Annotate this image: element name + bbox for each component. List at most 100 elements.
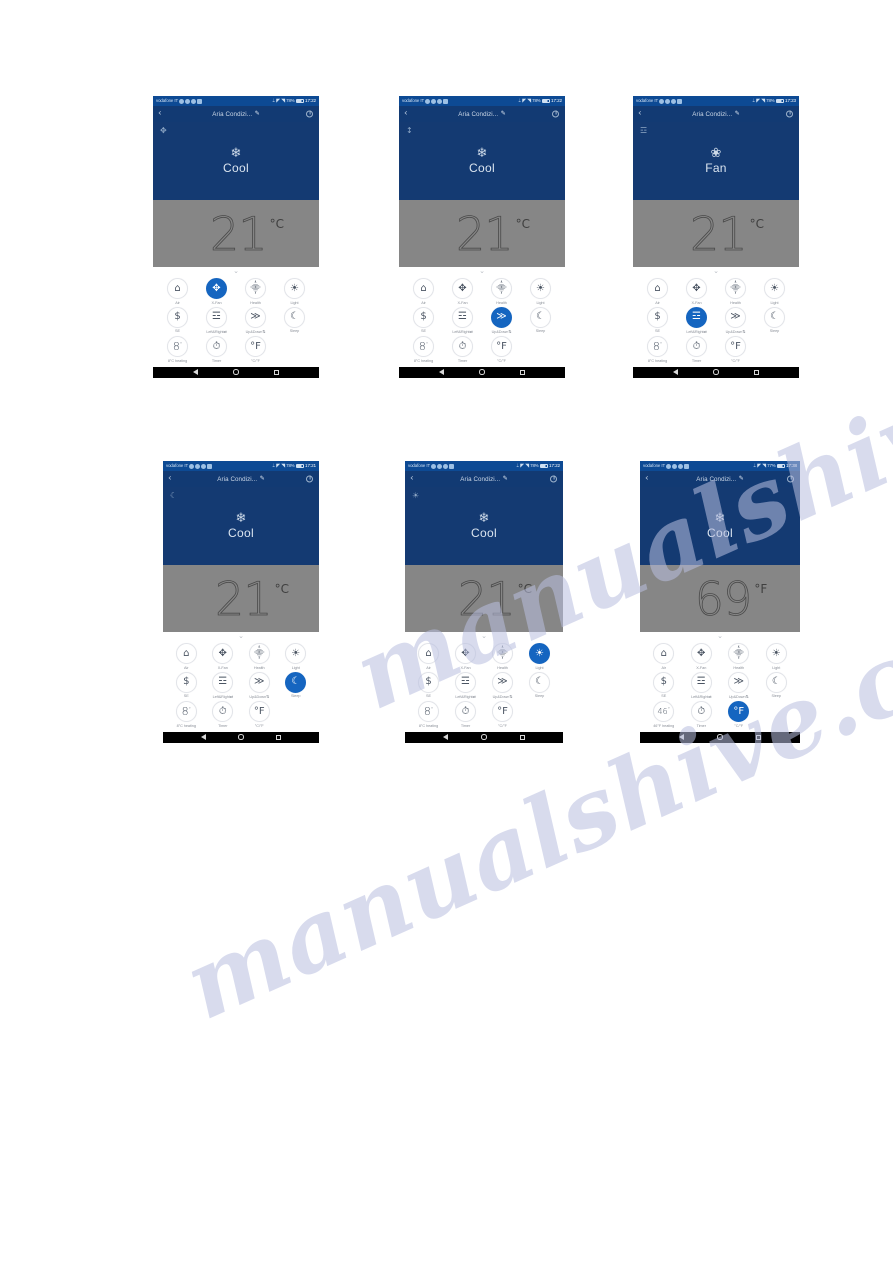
function-cell-xfan[interactable]: ✥ X-Fan xyxy=(443,278,482,305)
function-cell-se[interactable]: $ SE xyxy=(638,306,677,335)
eight-degree-heating-icon[interactable]: 8° xyxy=(413,336,434,357)
function-cell-xfan[interactable]: ✥ X-Fan xyxy=(683,643,721,670)
function-cell-timer[interactable]: ⏱ Timer xyxy=(197,336,236,363)
up-down-swing-icon[interactable]: ≫ xyxy=(245,306,266,328)
function-cell-xfan[interactable]: ✥ X-Fan xyxy=(205,643,242,670)
function-cell-timer[interactable]: ⏱ Timer xyxy=(205,701,242,728)
function-cell-sleep[interactable]: ☾ Sleep xyxy=(758,671,796,700)
health-tree-icon[interactable]: ⸎ xyxy=(491,278,512,299)
pencil-icon[interactable]: ✎ xyxy=(739,476,744,482)
light-bulb-icon[interactable]: ☀ xyxy=(764,278,785,299)
function-cell-light[interactable]: ☀ Light xyxy=(278,643,315,670)
function-cell-updown[interactable]: ≫ Up&Down⇅ xyxy=(720,671,758,699)
function-cell-health[interactable]: ⸎ Health xyxy=(241,643,278,670)
pencil-icon[interactable]: ✎ xyxy=(735,111,740,117)
sleep-moon-icon[interactable]: ☾ xyxy=(530,306,551,328)
function-cell-se[interactable]: $ SE xyxy=(168,671,205,700)
health-tree-icon[interactable]: ⸎ xyxy=(728,643,750,664)
function-cell-timer[interactable]: ⏱ Timer xyxy=(677,336,716,363)
function-cell-unit[interactable]: °F °C/°F xyxy=(484,701,521,728)
temperature-unit-icon[interactable]: °F xyxy=(491,336,512,357)
timer-clock-icon[interactable]: ⏱ xyxy=(206,336,227,357)
function-cell-heating[interactable]: 8° 8°C heating xyxy=(410,701,447,728)
chevron-down-icon[interactable]: ⌄ xyxy=(163,632,319,640)
eight-degree-heating-icon[interactable]: 46° xyxy=(653,701,675,722)
sleep-moon-icon[interactable]: ☾ xyxy=(529,671,550,693)
health-tree-icon[interactable]: ⸎ xyxy=(725,278,746,299)
temperature-panel[interactable]: 21 °C xyxy=(153,200,319,267)
back-triangle-icon[interactable] xyxy=(672,369,678,375)
power-icon[interactable] xyxy=(306,110,313,118)
function-cell-unit[interactable]: °F °C/°F xyxy=(236,336,275,363)
home-circle-icon[interactable] xyxy=(479,369,485,375)
function-cell-light[interactable]: ☀ Light xyxy=(755,278,794,305)
left-right-swing-icon[interactable]: ☲ xyxy=(686,306,707,328)
left-right-swing-icon[interactable]: ☲ xyxy=(690,671,712,693)
light-bulb-icon[interactable]: ☀ xyxy=(530,278,551,299)
left-right-swing-icon[interactable]: ☲ xyxy=(452,306,473,328)
function-cell-xfan[interactable]: ✥ X-Fan xyxy=(447,643,484,670)
function-cell-se[interactable]: $ SE xyxy=(404,306,443,335)
function-cell-unit[interactable]: °F °C/°F xyxy=(716,336,755,363)
sleep-moon-icon[interactable]: ☾ xyxy=(764,306,785,328)
function-cell-sleep[interactable]: ☾ Sleep xyxy=(275,306,314,335)
up-down-swing-icon[interactable]: ≫ xyxy=(728,671,750,693)
left-right-swing-icon[interactable]: ☲ xyxy=(455,671,476,693)
temperature-panel[interactable]: 21 °C xyxy=(405,565,563,632)
up-down-swing-icon[interactable]: ≫ xyxy=(248,671,270,693)
timer-clock-icon[interactable]: ⏱ xyxy=(690,701,712,722)
function-cell-updown[interactable]: ≫ Up&Down⇅ xyxy=(236,306,275,334)
save-energy-icon[interactable]: $ xyxy=(418,671,439,693)
temperature-unit-icon[interactable]: °F xyxy=(725,336,746,357)
pencil-icon[interactable]: ✎ xyxy=(260,476,265,482)
save-energy-icon[interactable]: $ xyxy=(647,306,668,328)
function-cell-air[interactable]: ⌂ Air xyxy=(158,278,197,305)
function-cell-leftright[interactable]: ☲ Left&Right⇄ xyxy=(677,306,716,334)
sleep-moon-icon[interactable]: ☾ xyxy=(765,671,787,693)
home-circle-icon[interactable] xyxy=(717,734,723,740)
function-cell-se[interactable]: $ SE xyxy=(158,306,197,335)
function-cell-se[interactable]: $ SE xyxy=(645,671,683,700)
power-icon[interactable] xyxy=(306,475,313,483)
function-cell-air[interactable]: ⌂ Air xyxy=(645,643,683,670)
back-triangle-icon[interactable] xyxy=(678,734,684,740)
air-house-icon[interactable]: ⌂ xyxy=(413,278,434,299)
back-triangle-icon[interactable] xyxy=(443,734,449,740)
eight-degree-heating-icon[interactable]: 8° xyxy=(175,701,197,722)
timer-clock-icon[interactable]: ⏱ xyxy=(212,701,234,722)
function-cell-leftright[interactable]: ☲ Left&Right⇄ xyxy=(197,306,236,334)
up-down-swing-icon[interactable]: ≫ xyxy=(491,306,512,328)
power-icon[interactable] xyxy=(550,475,557,483)
function-cell-health[interactable]: ⸎ Health xyxy=(484,643,521,670)
air-house-icon[interactable]: ⌂ xyxy=(175,643,197,664)
function-cell-heating[interactable]: 8° 8°C heating xyxy=(168,701,205,728)
light-bulb-icon[interactable]: ☀ xyxy=(285,643,307,664)
temperature-unit-icon[interactable]: °F xyxy=(492,701,513,722)
function-cell-xfan[interactable]: ✥ X-Fan xyxy=(197,278,236,305)
function-cell-leftright[interactable]: ☲ Left&Right⇄ xyxy=(443,306,482,334)
back-chevron-icon[interactable]: ‹ xyxy=(168,474,172,484)
chevron-down-icon[interactable]: ⌄ xyxy=(633,267,799,275)
function-cell-leftright[interactable]: ☲ Left&Right⇄ xyxy=(683,671,721,699)
function-cell-leftright[interactable]: ☲ Left&Right⇄ xyxy=(205,671,242,699)
timer-clock-icon[interactable]: ⏱ xyxy=(452,336,473,357)
left-right-swing-icon[interactable]: ☲ xyxy=(212,671,234,693)
function-cell-heating[interactable]: 8° 8°C heating xyxy=(404,336,443,363)
function-cell-air[interactable]: ⌂ Air xyxy=(404,278,443,305)
function-cell-updown[interactable]: ≫ Up&Down⇅ xyxy=(241,671,278,699)
up-down-swing-icon[interactable]: ≫ xyxy=(725,306,746,328)
temperature-panel[interactable]: 69 °F xyxy=(640,565,800,632)
x-fan-icon[interactable]: ✥ xyxy=(690,643,712,664)
function-cell-health[interactable]: ⸎ Health xyxy=(482,278,521,305)
home-circle-icon[interactable] xyxy=(481,734,487,740)
back-chevron-icon[interactable]: ‹ xyxy=(638,109,642,119)
health-tree-icon[interactable]: ⸎ xyxy=(248,643,270,664)
function-cell-light[interactable]: ☀ Light xyxy=(758,643,796,670)
eight-degree-heating-icon[interactable]: 8° xyxy=(647,336,668,357)
air-house-icon[interactable]: ⌂ xyxy=(167,278,188,299)
air-house-icon[interactable]: ⌂ xyxy=(418,643,439,664)
up-down-swing-icon[interactable]: ≫ xyxy=(492,671,513,693)
function-cell-timer[interactable]: ⏱ Timer xyxy=(447,701,484,728)
function-cell-health[interactable]: ⸎ Health xyxy=(720,643,758,670)
function-cell-air[interactable]: ⌂ Air xyxy=(638,278,677,305)
